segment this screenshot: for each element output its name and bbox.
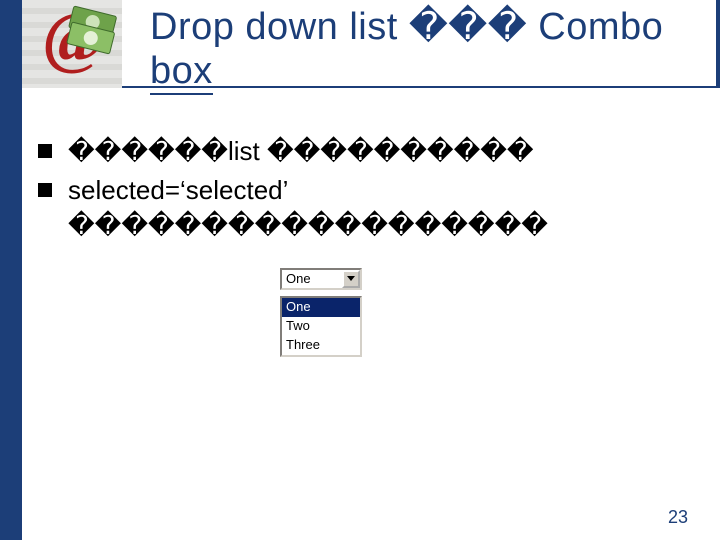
combo-closed[interactable]: One (280, 268, 362, 290)
combo-listbox[interactable]: One Two Three (280, 296, 362, 357)
header-right-border (716, 0, 720, 88)
left-accent-bar (0, 0, 22, 540)
slide: @ Drop down list ��� Combo box ������lis… (0, 0, 720, 540)
combo-figure: One One Two Three (280, 268, 362, 357)
combo-dropdown-button[interactable] (342, 270, 360, 288)
chevron-down-icon (347, 276, 355, 282)
list-item: ������list ���������� (38, 134, 698, 169)
combo-option[interactable]: Two (282, 317, 360, 336)
combo-option[interactable]: Three (282, 336, 360, 355)
bullet-list: ������list ���������� selected=‘selected… (38, 134, 698, 247)
page-number: 23 (668, 507, 688, 528)
combo-value: One (282, 270, 342, 288)
combo-option[interactable]: One (282, 298, 360, 317)
at-dollar-icon: @ (22, 0, 122, 88)
title-line-2: box (150, 50, 213, 96)
title-line-1: Drop down list ��� Combo (150, 6, 663, 48)
slide-title: Drop down list ��� Combo box (150, 6, 710, 95)
bullet-icon (38, 183, 52, 197)
bullet-text: ������list ���������� (68, 134, 698, 169)
slide-logo: @ (22, 0, 122, 88)
bullet-icon (38, 144, 52, 158)
bullet-text: selected=‘selected’ ������������������ (68, 173, 698, 243)
list-item: selected=‘selected’ ������������������ (38, 173, 698, 243)
